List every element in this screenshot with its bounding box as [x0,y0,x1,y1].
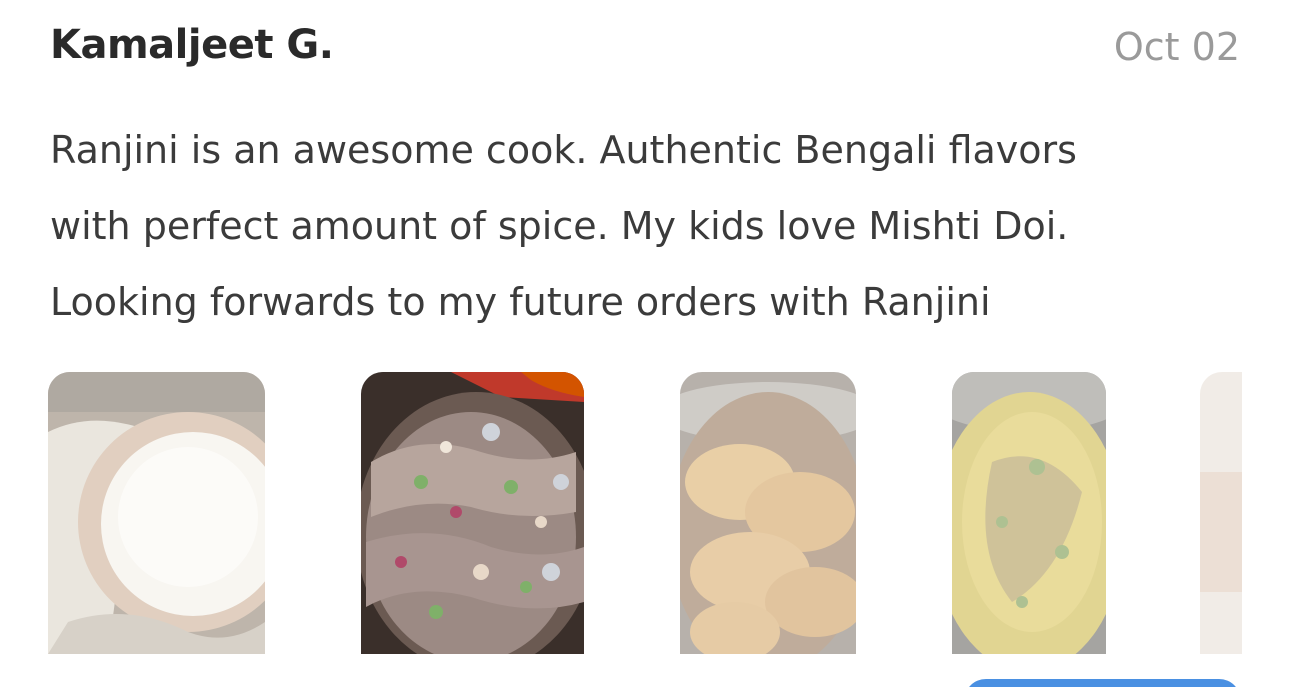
reviewer-name: Kamaljeet G. [50,22,334,68]
dish-photo[interactable] [1200,372,1242,654]
review-text: Ranjini is an awesome cook. Authentic Be… [50,112,1250,340]
review-card: Kamaljeet G. Oct 02 Ranjini is an awesom… [0,0,1290,687]
dish-photo[interactable] [680,372,856,654]
photo-gallery[interactable] [0,372,1290,654]
review-date: Oct 02 [1113,25,1240,69]
dish-photo[interactable] [48,372,265,654]
action-button[interactable] [964,679,1241,687]
dish-photo[interactable] [361,372,584,654]
review-text-line: with perfect amount of spice. My kids lo… [50,204,1069,248]
gallery-fade [1106,372,1200,654]
dish-photo[interactable] [952,372,1106,654]
review-text-line: Ranjini is an awesome cook. Authentic Be… [50,128,1077,172]
review-text-line: Looking forwards to my future orders wit… [50,280,991,324]
